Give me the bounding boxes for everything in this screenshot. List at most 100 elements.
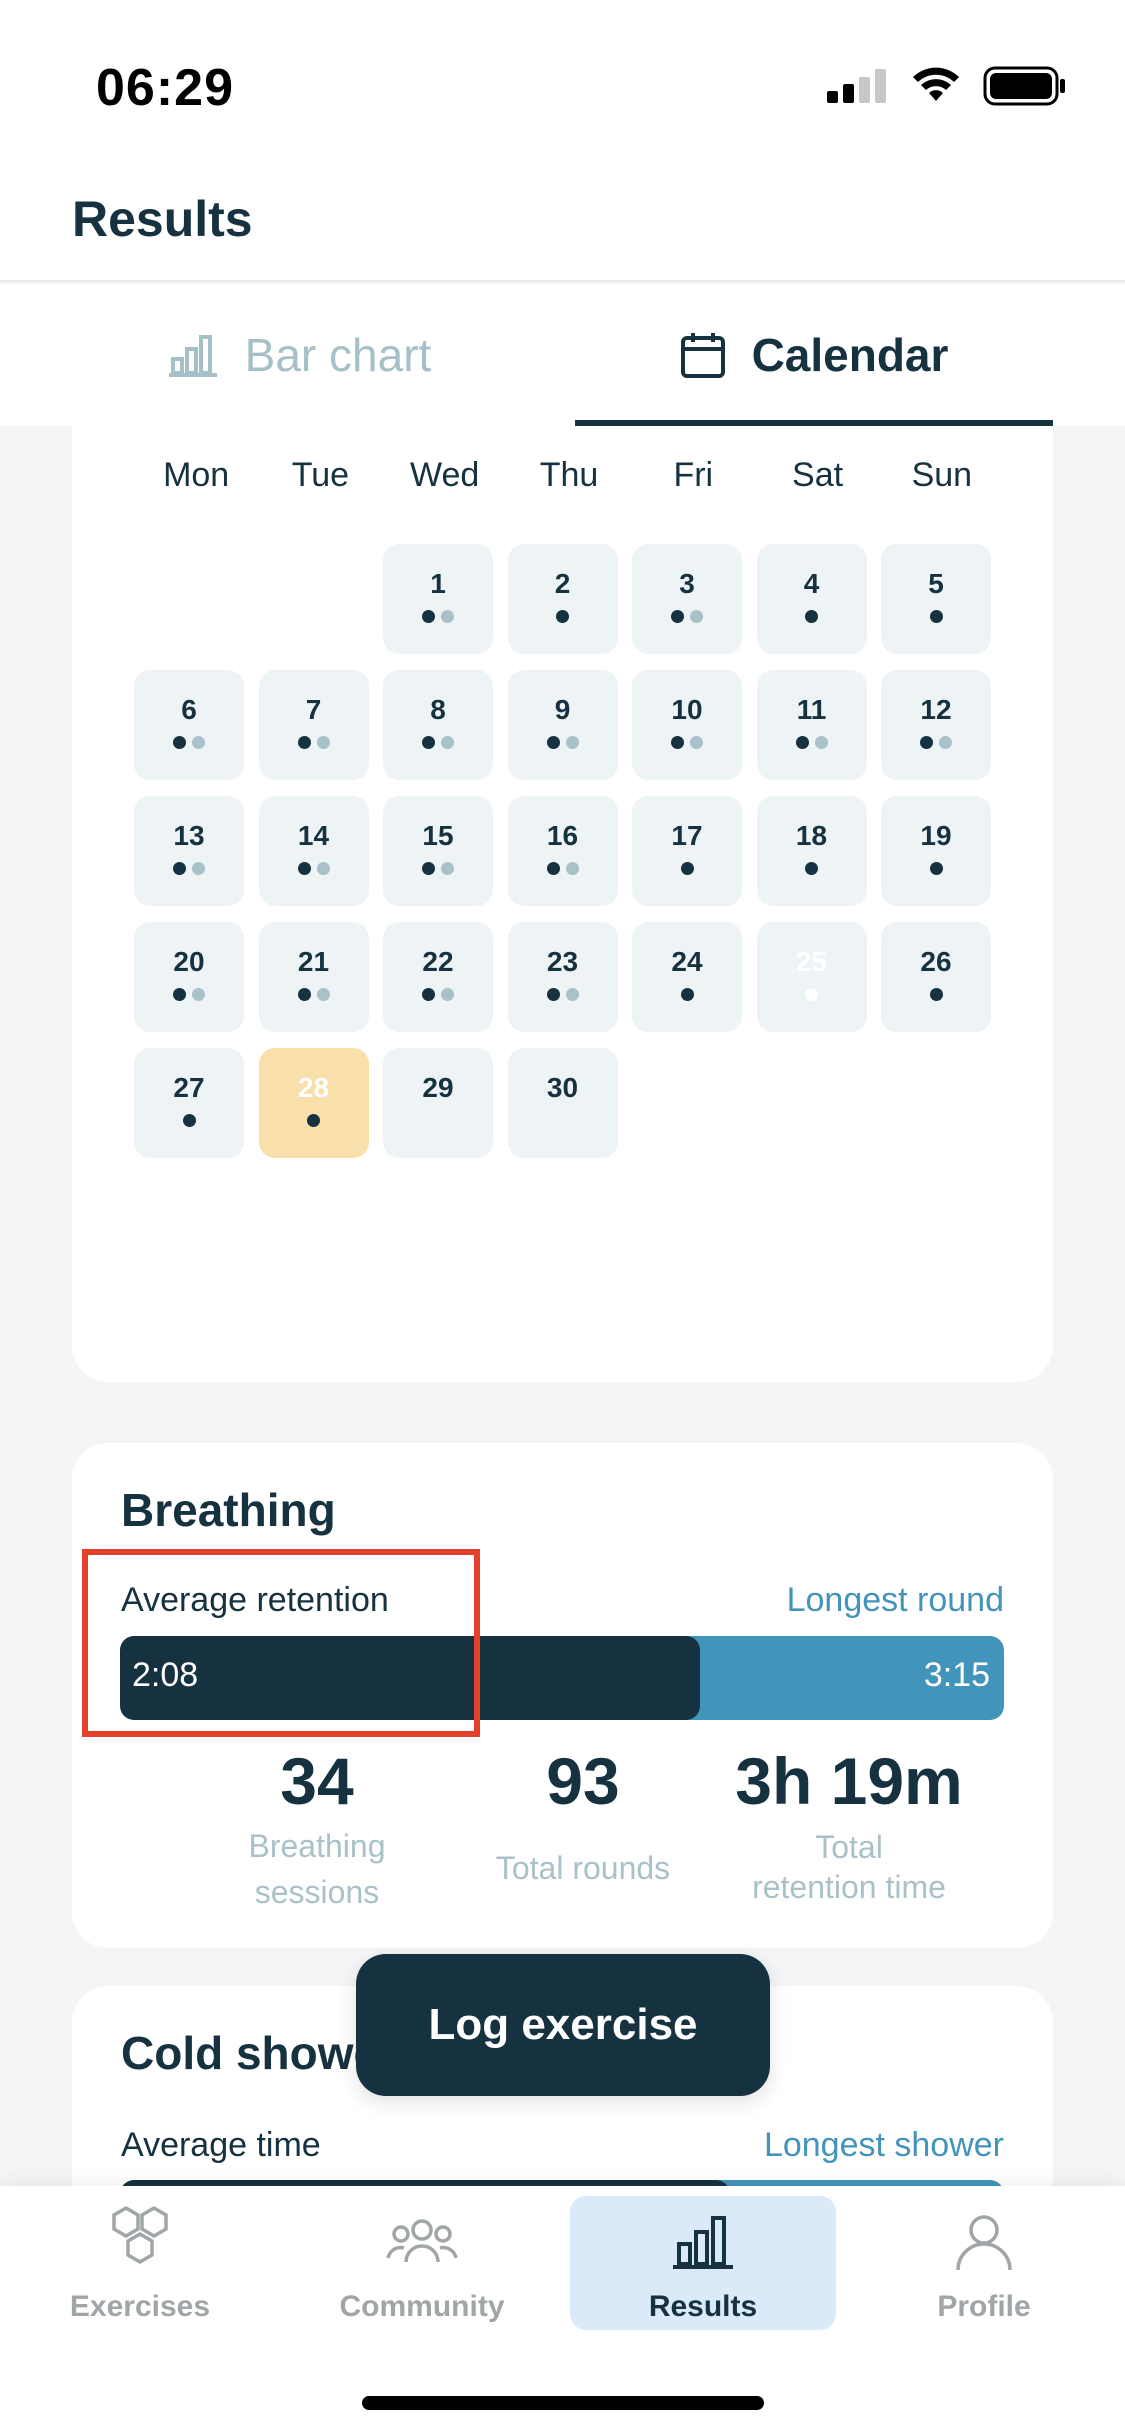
activity-dots [805, 862, 818, 876]
calendar-day[interactable]: 20 [134, 922, 244, 1032]
weekday-label: Thu [539, 456, 599, 494]
calendar-day[interactable]: 5 [881, 544, 991, 654]
calendar-day[interactable]: 8 [383, 670, 493, 780]
calendar-day[interactable]: 10 [632, 670, 742, 780]
calendar-day[interactable]: 16 [507, 796, 618, 906]
stat-label: Total rounds [495, 1850, 671, 1886]
hexagons-icon [112, 2205, 168, 2265]
calendar-day[interactable]: 25 [756, 922, 867, 1032]
activity-dots [307, 1114, 320, 1128]
activity-dots [920, 736, 952, 750]
activity-dot [565, 736, 579, 749]
calendar-day[interactable]: 9 [507, 670, 618, 780]
activity-dot [422, 862, 435, 875]
activity-dot [316, 988, 330, 1001]
longest-shower-label: Longest shower [763, 2126, 1004, 2164]
activity-dot [307, 1114, 320, 1127]
activity-dot [671, 610, 684, 623]
calendar-day-number: 12 [920, 694, 952, 725]
calendar-day-number: 19 [920, 820, 952, 851]
calendar-day[interactable]: 4 [756, 544, 867, 654]
tab-calendar[interactable]: Calendar [575, 284, 1053, 426]
activity-dot [316, 862, 330, 875]
log-exercise-button[interactable]: Log exercise [356, 1954, 770, 2096]
calendar-day[interactable]: 22 [383, 922, 493, 1032]
activity-dots [929, 862, 943, 876]
activity-dot [671, 736, 684, 749]
stat-label: Total [815, 1829, 883, 1865]
calendar-day-number: 17 [671, 820, 703, 851]
calendar-day[interactable]: 27 [134, 1048, 244, 1158]
header: Results [0, 170, 1125, 282]
calendar-day[interactable]: 7 [258, 670, 369, 780]
calendar-day[interactable]: 30 [507, 1048, 618, 1158]
nav-label: Profile [937, 2290, 1031, 2323]
calendar-day[interactable]: 23 [507, 922, 618, 1032]
calendar-day[interactable]: 18 [756, 796, 867, 906]
calendar-day[interactable]: 2 [507, 544, 618, 654]
calendar-day[interactable]: 1 [383, 544, 493, 654]
calendar-day-number: 9 [554, 694, 571, 725]
activity-dots [422, 988, 454, 1002]
page-title: Results [72, 191, 253, 247]
stat-breathing-sessions: 34 Breathing sessions [184, 1743, 450, 1915]
calendar-day[interactable]: 15 [383, 796, 493, 906]
activity-dots [929, 610, 943, 624]
calendar-day-number: 20 [173, 946, 205, 977]
calendar-day[interactable]: 12 [881, 670, 991, 780]
nav-item-results[interactable]: Results [570, 2196, 836, 2330]
bar-chart-icon [673, 2216, 733, 2269]
nav-label: Results [648, 2290, 758, 2323]
calendar-day[interactable]: 21 [258, 922, 369, 1032]
calendar-day[interactable]: 17 [632, 796, 742, 906]
community-icon [386, 2219, 458, 2263]
home-indicator [362, 2396, 764, 2410]
calendar-day[interactable]: 6 [134, 670, 244, 780]
activity-dots [182, 1114, 196, 1128]
activity-dots [173, 988, 205, 1002]
average-time-label: Average time [121, 2126, 321, 2164]
activity-dot [192, 736, 205, 749]
activity-dot [441, 862, 454, 875]
activity-dot [297, 862, 311, 875]
breathing-title: Breathing [121, 1484, 336, 1536]
activity-dot [316, 736, 330, 749]
nav-item-profile[interactable]: Profile [851, 2196, 1117, 2330]
nav-item-exercises[interactable]: Exercises [7, 2196, 273, 2330]
calendar-day[interactable]: 26 [881, 922, 991, 1032]
activity-dots [297, 736, 330, 750]
calendar-day[interactable]: 13 [134, 796, 244, 906]
longest-round-label: Longest round [786, 1581, 1004, 1619]
tab-calendar-label: Calendar [751, 329, 949, 381]
activity-dots [173, 736, 205, 750]
bar-chart-icon [168, 335, 217, 377]
breathing-stats: 34 Breathing sessions 93 Total rounds 3h… [184, 1743, 984, 1915]
activity-dots [671, 610, 703, 624]
wifi-icon [913, 67, 959, 101]
calendar-day-number: 18 [795, 820, 828, 851]
calendar-day-number: 8 [430, 694, 446, 725]
activity-dot [441, 736, 454, 749]
calendar-day-number: 22 [422, 946, 454, 977]
nav-item-community[interactable]: Community [289, 2196, 555, 2330]
activity-dot [546, 988, 560, 1001]
activity-dot [795, 736, 809, 749]
activity-dot [297, 988, 311, 1001]
calendar-day-number: 5 [928, 568, 944, 599]
cold-shower-title: Cold showe [121, 2027, 380, 2079]
calendar-grid: 1 2 3 4 5 6 7 8 9 10 11 12 13 14 15 16 17 18 19 20 21 22 23 24 2… [134, 544, 991, 1158]
calendar-day-number: 30 [546, 1072, 579, 1103]
calendar-day[interactable]: 24 [632, 922, 742, 1032]
calendar-day[interactable]: 11 [756, 670, 867, 780]
calendar-day[interactable]: 14 [258, 796, 369, 906]
tab-bar-chart[interactable]: Bar chart [80, 284, 520, 426]
activity-dots [173, 862, 205, 876]
calendar-day-today[interactable]: 28 [258, 1048, 369, 1158]
activity-dots [795, 736, 828, 750]
activity-dot [192, 862, 205, 875]
calendar-day[interactable]: 19 [881, 796, 991, 906]
calendar-day[interactable]: 29 [383, 1048, 493, 1158]
weekday-header: Mon Tue Wed Thu Fri Sat Sun [134, 456, 1004, 495]
calendar-day-number: 14 [297, 820, 330, 851]
calendar-day[interactable]: 3 [632, 544, 742, 654]
